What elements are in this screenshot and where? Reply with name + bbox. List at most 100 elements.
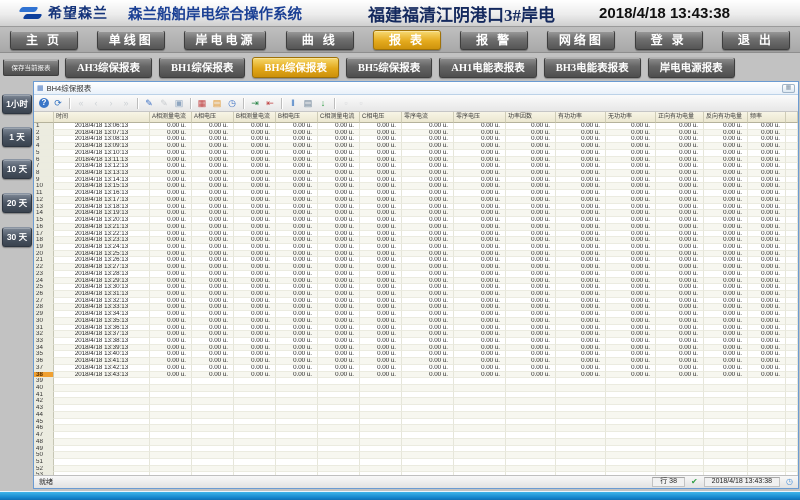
cell-value — [234, 385, 276, 392]
table-row[interactable]: 172018/4/18 13:22:130.00 u.0.00 u.0.00 u… — [34, 231, 798, 238]
table-row[interactable]: 46 — [34, 425, 798, 432]
cell-value: 0.00 u. — [656, 143, 704, 150]
nav-alarm-button[interactable]: 报 警 — [460, 30, 528, 50]
table-row[interactable]: 52 — [34, 466, 798, 473]
cell-value: 0.00 u. — [276, 365, 318, 372]
nav-login-button[interactable]: 登 录 — [635, 30, 703, 50]
table-row[interactable]: 182018/4/18 13:23:130.00 u.0.00 u.0.00 u… — [34, 237, 798, 244]
table-row[interactable]: 262018/4/18 13:31:130.00 u.0.00 u.0.00 u… — [34, 291, 798, 298]
table-row[interactable]: 362018/4/18 13:41:130.00 u.0.00 u.0.00 u… — [34, 358, 798, 365]
table-row[interactable]: 42018/4/18 13:09:130.00 u.0.00 u.0.00 u.… — [34, 143, 798, 150]
table-row[interactable]: 47 — [34, 432, 798, 439]
nav-shore-power-button[interactable]: 岸电电源 — [184, 30, 266, 50]
table-row[interactable]: 12018/4/18 13:06:130.00 u.0.00 u.0.00 u.… — [34, 123, 798, 130]
cell-filler — [786, 452, 798, 459]
tab-bh3-meter[interactable]: BH3电能表报表 — [544, 57, 641, 78]
cell-value — [276, 432, 318, 439]
nav-single-line-button[interactable]: 单线图 — [97, 30, 165, 50]
import-data-icon[interactable]: ⇤ — [264, 97, 276, 109]
table-row[interactable]: 292018/4/18 13:34:130.00 u.0.00 u.0.00 u… — [34, 311, 798, 318]
table-row[interactable]: 192018/4/18 13:24:130.00 u.0.00 u.0.00 u… — [34, 244, 798, 251]
copy-icon[interactable]: ▣ — [173, 97, 185, 109]
edit-pencil-icon[interactable]: ✎ — [143, 97, 155, 109]
table-row[interactable]: 62018/4/18 13:11:130.00 u.0.00 u.0.00 u.… — [34, 157, 798, 164]
tab-bh1[interactable]: BH1综保报表 — [159, 57, 245, 78]
table-row[interactable]: 92018/4/18 13:14:130.00 u.0.00 u.0.00 u.… — [34, 177, 798, 184]
table-row[interactable]: 52018/4/18 13:10:130.00 u.0.00 u.0.00 u.… — [34, 150, 798, 157]
table-row[interactable]: 212018/4/18 13:26:130.00 u.0.00 u.0.00 u… — [34, 257, 798, 264]
tab-ah3[interactable]: AH3综保报表 — [65, 57, 152, 78]
table-row[interactable]: 82018/4/18 13:13:130.00 u.0.00 u.0.00 u.… — [34, 170, 798, 177]
refresh-report-icon[interactable]: ⟳ — [52, 97, 64, 109]
table-row[interactable]: 252018/4/18 13:30:130.00 u.0.00 u.0.00 u… — [34, 284, 798, 291]
cell-filler — [786, 183, 798, 190]
cell-value — [454, 432, 506, 439]
table-row[interactable]: 352018/4/18 13:40:130.00 u.0.00 u.0.00 u… — [34, 351, 798, 358]
table-row[interactable]: 45 — [34, 419, 798, 426]
table-row[interactable]: 382018/4/18 13:43:130.00 u.0.00 u.0.00 u… — [34, 372, 798, 379]
table-row[interactable]: 40 — [34, 385, 798, 392]
table-row[interactable]: 142018/4/18 13:19:130.00 u.0.00 u.0.00 u… — [34, 210, 798, 217]
table-row[interactable]: 162018/4/18 13:21:130.00 u.0.00 u.0.00 u… — [34, 224, 798, 231]
grid-view-icon[interactable]: ▦ — [196, 97, 208, 109]
table-row[interactable]: 272018/4/18 13:32:130.00 u.0.00 u.0.00 u… — [34, 298, 798, 305]
print-icon[interactable]: ▤ — [302, 97, 314, 109]
tab-bh5[interactable]: BH5综保报表 — [346, 57, 432, 78]
nav-network-button[interactable]: 网络图 — [547, 30, 615, 50]
table-row[interactable]: 372018/4/18 13:42:130.00 u.0.00 u.0.00 u… — [34, 365, 798, 372]
table-row[interactable]: 152018/4/18 13:20:130.00 u.0.00 u.0.00 u… — [34, 217, 798, 224]
nav-logout-button[interactable]: 退 出 — [722, 30, 790, 50]
range-30d-button[interactable]: 30 天 — [2, 227, 32, 247]
table-row[interactable]: 232018/4/18 13:28:130.00 u.0.00 u.0.00 u… — [34, 271, 798, 278]
table-row[interactable]: 43 — [34, 405, 798, 412]
table-row[interactable]: 102018/4/18 13:15:130.00 u.0.00 u.0.00 u… — [34, 183, 798, 190]
nav-curve-button[interactable]: 曲 线 — [286, 30, 354, 50]
save-export-icon[interactable]: ↓ — [317, 97, 329, 109]
table-row[interactable]: 48 — [34, 439, 798, 446]
tab-ah1-meter[interactable]: AH1电能表报表 — [439, 57, 537, 78]
tab-shore-source[interactable]: 岸电电源报表 — [648, 57, 735, 78]
save-current-report-button[interactable]: 保存当前报表 — [3, 59, 59, 76]
table-row[interactable]: 42 — [34, 398, 798, 405]
table-row[interactable]: 22018/4/18 13:07:130.00 u.0.00 u.0.00 u.… — [34, 130, 798, 137]
table-row[interactable]: 49 — [34, 446, 798, 453]
table-row[interactable]: 332018/4/18 13:38:130.00 u.0.00 u.0.00 u… — [34, 338, 798, 345]
table-row[interactable]: 50 — [34, 452, 798, 459]
nav-home-button[interactable]: 主 页 — [10, 30, 78, 50]
cell-value: 0.00 u. — [360, 372, 402, 379]
help-icon[interactable]: ? — [39, 98, 49, 108]
table-row[interactable]: 132018/4/18 13:18:130.00 u.0.00 u.0.00 u… — [34, 204, 798, 211]
table-row[interactable]: 39 — [34, 378, 798, 385]
table-row[interactable]: 41 — [34, 392, 798, 399]
nav-report-button[interactable]: 报 表 — [373, 30, 441, 50]
range-20d-button[interactable]: 20 天 — [2, 193, 32, 213]
table-row[interactable]: 312018/4/18 13:36:130.00 u.0.00 u.0.00 u… — [34, 325, 798, 332]
table-row[interactable]: 202018/4/18 13:25:130.00 u.0.00 u.0.00 u… — [34, 251, 798, 258]
table-row[interactable]: 222018/4/18 13:27:130.00 u.0.00 u.0.00 u… — [34, 264, 798, 271]
cell-value: 0.00 u. — [748, 338, 786, 345]
table-row[interactable]: 72018/4/18 13:12:130.00 u.0.00 u.0.00 u.… — [34, 163, 798, 170]
range-1h-button[interactable]: 1小时 — [2, 94, 32, 114]
table-row[interactable]: 32018/4/18 13:08:130.00 u.0.00 u.0.00 u.… — [34, 136, 798, 143]
table-row[interactable]: 322018/4/18 13:37:130.00 u.0.00 u.0.00 u… — [34, 331, 798, 338]
range-1d-button[interactable]: 1 天 — [2, 127, 32, 147]
clock-icon[interactable]: ◷ — [226, 97, 238, 109]
table-row[interactable]: 342018/4/18 13:39:130.00 u.0.00 u.0.00 u… — [34, 345, 798, 352]
cell-value — [656, 385, 704, 392]
tab-bh4[interactable]: BH4综保报表 — [252, 57, 338, 78]
table-row[interactable]: 44 — [34, 412, 798, 419]
cell-value — [318, 398, 360, 405]
cell-value — [192, 405, 234, 412]
table-row[interactable]: 112018/4/18 13:16:130.00 u.0.00 u.0.00 u… — [34, 190, 798, 197]
table-row[interactable]: 282018/4/18 13:33:130.00 u.0.00 u.0.00 u… — [34, 304, 798, 311]
calendar-icon[interactable]: ▤ — [211, 97, 223, 109]
table-row[interactable]: 242018/4/18 13:29:130.00 u.0.00 u.0.00 u… — [34, 278, 798, 285]
pause-icon[interactable]: ‖ — [287, 97, 299, 109]
window-pin-button[interactable]: ▦ — [782, 84, 795, 93]
cell-value: 0.00 u. — [606, 271, 656, 278]
range-10d-button[interactable]: 10 天 — [2, 159, 32, 179]
export-excel-icon[interactable]: ⇥ — [249, 97, 261, 109]
table-row[interactable]: 302018/4/18 13:35:130.00 u.0.00 u.0.00 u… — [34, 318, 798, 325]
table-row[interactable]: 51 — [34, 459, 798, 466]
table-row[interactable]: 122018/4/18 13:17:130.00 u.0.00 u.0.00 u… — [34, 197, 798, 204]
